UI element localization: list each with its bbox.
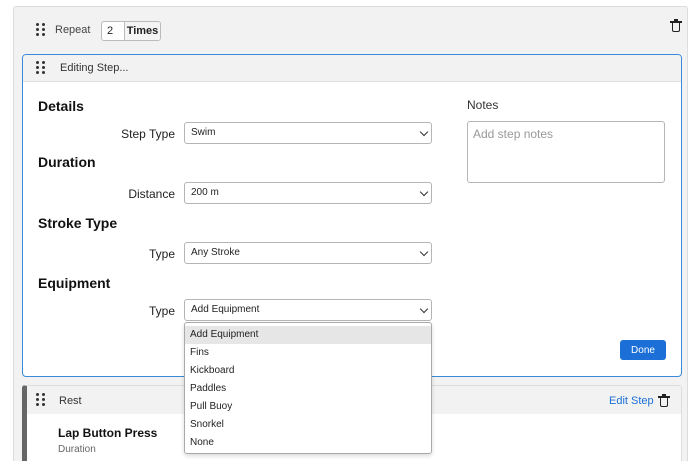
repeat-count-input[interactable]: 2	[102, 22, 125, 40]
details-heading: Details	[38, 98, 84, 114]
stroke-type-label: Type	[148, 247, 175, 261]
chevron-down-icon	[419, 304, 429, 314]
duration-label: Duration	[58, 444, 96, 455]
distance-select[interactable]: 200 m	[184, 182, 432, 204]
repeat-count-field[interactable]: 2 Times	[101, 21, 161, 41]
drag-handle-icon[interactable]	[36, 23, 46, 37]
repeat-unit-label: Times	[125, 22, 160, 40]
editing-step-header: Editing Step...	[23, 55, 681, 82]
chevron-down-icon	[419, 247, 429, 257]
trash-icon[interactable]	[670, 19, 682, 32]
dropdown-option[interactable]: Snorkel	[185, 416, 431, 434]
chevron-down-icon	[419, 127, 429, 137]
dropdown-option[interactable]: Pull Buoy	[185, 398, 431, 416]
dropdown-option[interactable]: Fins	[185, 344, 431, 362]
lap-button-press-label: Lap Button Press	[58, 426, 158, 440]
equipment-dropdown-list: Add Equipment Fins Kickboard Paddles Pul…	[184, 322, 432, 454]
equipment-heading: Equipment	[38, 275, 111, 291]
drag-handle-icon[interactable]	[36, 393, 46, 407]
dropdown-option[interactable]: None	[185, 434, 431, 452]
done-button[interactable]: Done	[620, 340, 666, 360]
rest-title: Rest	[59, 395, 82, 407]
trash-icon[interactable]	[658, 394, 670, 407]
duration-heading: Duration	[38, 154, 96, 170]
notes-label: Notes	[467, 98, 499, 112]
drag-handle-icon[interactable]	[36, 61, 46, 75]
stroke-type-select[interactable]: Any Stroke	[184, 242, 432, 264]
edit-step-link[interactable]: Edit Step	[609, 395, 654, 407]
dropdown-option[interactable]: Paddles	[185, 380, 431, 398]
repeat-label: Repeat	[55, 24, 91, 36]
equipment-select[interactable]: Add Equipment	[184, 299, 432, 321]
stroke-type-heading: Stroke Type	[38, 215, 118, 231]
distance-label: Distance	[128, 187, 175, 201]
chevron-down-icon	[419, 187, 429, 197]
dropdown-option[interactable]: Add Equipment	[185, 326, 431, 344]
step-notes-input[interactable]	[467, 121, 665, 183]
equipment-type-label: Type	[148, 304, 175, 318]
step-type-label: Step Type	[121, 127, 175, 141]
editing-step-title: Editing Step...	[60, 62, 129, 74]
step-type-select[interactable]: Swim	[184, 122, 432, 144]
dropdown-option[interactable]: Kickboard	[185, 362, 431, 380]
